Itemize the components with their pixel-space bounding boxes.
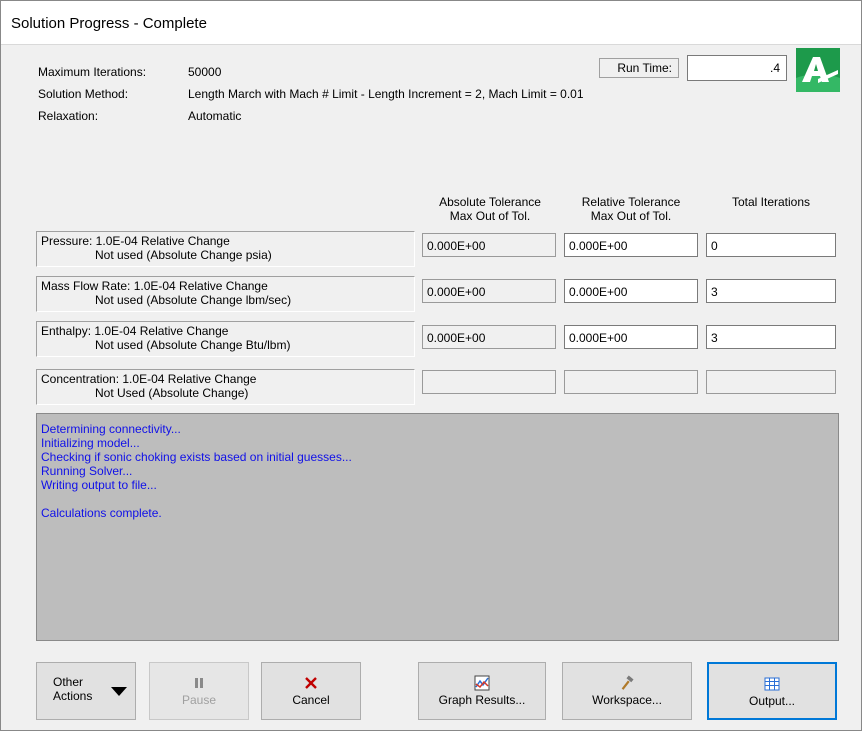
concentration-abs-cell xyxy=(422,370,556,394)
other-actions-line2: Actions xyxy=(53,689,93,703)
abs-header-line2: Max Out of Tol. xyxy=(449,209,531,223)
pressure-rel-cell: 0.000E+00 xyxy=(564,233,698,257)
concentration-row-label: Concentration: 1.0E-04 Relative Change N… xyxy=(36,369,415,405)
max-iterations-value: 50000 xyxy=(188,65,222,79)
cancel-button[interactable]: Cancel xyxy=(261,662,361,720)
graph-results-button[interactable]: Graph Results... xyxy=(418,662,546,720)
table-icon xyxy=(764,677,780,691)
log-line: Writing output to file... xyxy=(41,478,157,492)
title-bar: Solution Progress - Complete xyxy=(1,1,861,45)
solution-method-value: Length March with Mach # Limit - Length … xyxy=(188,87,584,101)
log-line: Initializing model... xyxy=(41,436,140,450)
mass-flow-total-cell: 3 xyxy=(706,279,836,303)
cancel-label: Cancel xyxy=(292,693,330,707)
abs-header-line1: Absolute Tolerance xyxy=(439,195,541,209)
absolute-tolerance-header: Absolute Tolerance Max Out of Tol. xyxy=(422,195,558,223)
mass-flow-line1: Mass Flow Rate: 1.0E-04 Relative Change xyxy=(41,279,268,293)
mass-flow-line2: Not used (Absolute Change lbm/sec) xyxy=(95,293,292,307)
enthalpy-abs-cell: 0.000E+00 xyxy=(422,325,556,349)
rel-header-line1: Relative Tolerance xyxy=(581,195,681,209)
relaxation-value: Automatic xyxy=(188,109,242,123)
dropdown-arrow-icon xyxy=(111,687,127,696)
output-button[interactable]: Output... xyxy=(707,662,837,720)
workspace-button[interactable]: Workspace... xyxy=(562,662,692,720)
concentration-line2: Not Used (Absolute Change) xyxy=(95,386,249,400)
concentration-line1: Concentration: 1.0E-04 Relative Change xyxy=(41,372,257,386)
mass-flow-row-label: Mass Flow Rate: 1.0E-04 Relative Change … xyxy=(36,276,415,312)
run-time-field: .4 xyxy=(687,55,787,81)
pressure-abs-cell: 0.000E+00 xyxy=(422,233,556,257)
window-title: Solution Progress - Complete xyxy=(11,15,207,32)
concentration-rel-cell xyxy=(564,370,698,394)
max-iterations-label: Maximum Iterations: xyxy=(38,65,147,79)
enthalpy-rel-cell: 0.000E+00 xyxy=(564,325,698,349)
other-actions-button[interactable]: Other Actions xyxy=(36,662,136,720)
enthalpy-line1: Enthalpy: 1.0E-04 Relative Change xyxy=(41,324,229,338)
pressure-line2: Not used (Absolute Change psia) xyxy=(95,248,272,262)
graph-results-label: Graph Results... xyxy=(438,693,526,707)
relative-tolerance-header: Relative Tolerance Max Out of Tol. xyxy=(564,195,698,223)
rel-header-line2: Max Out of Tol. xyxy=(590,209,672,223)
output-label: Output... xyxy=(748,694,796,708)
hammer-icon xyxy=(621,675,634,690)
pause-icon xyxy=(195,678,203,688)
workspace-label: Workspace... xyxy=(592,693,662,707)
solution-progress-window: Solution Progress - Complete Maximum Ite… xyxy=(0,0,862,731)
total-iterations-header: Total Iterations xyxy=(731,195,811,209)
pause-button[interactable]: Pause xyxy=(149,662,249,720)
pressure-row-label: Pressure: 1.0E-04 Relative Change Not us… xyxy=(36,231,415,267)
enthalpy-row-label: Enthalpy: 1.0E-04 Relative Change Not us… xyxy=(36,321,415,357)
pressure-line1: Pressure: 1.0E-04 Relative Change xyxy=(41,234,230,248)
log-line: Determining connectivity... xyxy=(41,422,181,436)
solution-method-label: Solution Method: xyxy=(38,87,129,101)
enthalpy-line2: Not used (Absolute Change Btu/lbm) xyxy=(95,338,291,352)
graph-icon xyxy=(474,675,490,691)
run-time-label: Run Time: xyxy=(599,58,679,78)
enthalpy-total-cell: 3 xyxy=(706,325,836,349)
pause-label: Pause xyxy=(181,693,217,707)
other-actions-line1: Other xyxy=(53,675,84,689)
app-logo-icon xyxy=(796,48,840,92)
log-line: Checking if sonic choking exists based o… xyxy=(41,450,352,464)
concentration-total-cell xyxy=(706,370,836,394)
pressure-total-cell: 0 xyxy=(706,233,836,257)
mass-flow-abs-cell: 0.000E+00 xyxy=(422,279,556,303)
log-line: Running Solver... xyxy=(41,464,133,478)
log-line: Calculations complete. xyxy=(41,506,162,520)
progress-log[interactable]: Determining connectivity... Initializing… xyxy=(36,413,839,641)
red-x-icon xyxy=(305,677,317,689)
mass-flow-rel-cell: 0.000E+00 xyxy=(564,279,698,303)
relaxation-label: Relaxation: xyxy=(38,109,99,123)
